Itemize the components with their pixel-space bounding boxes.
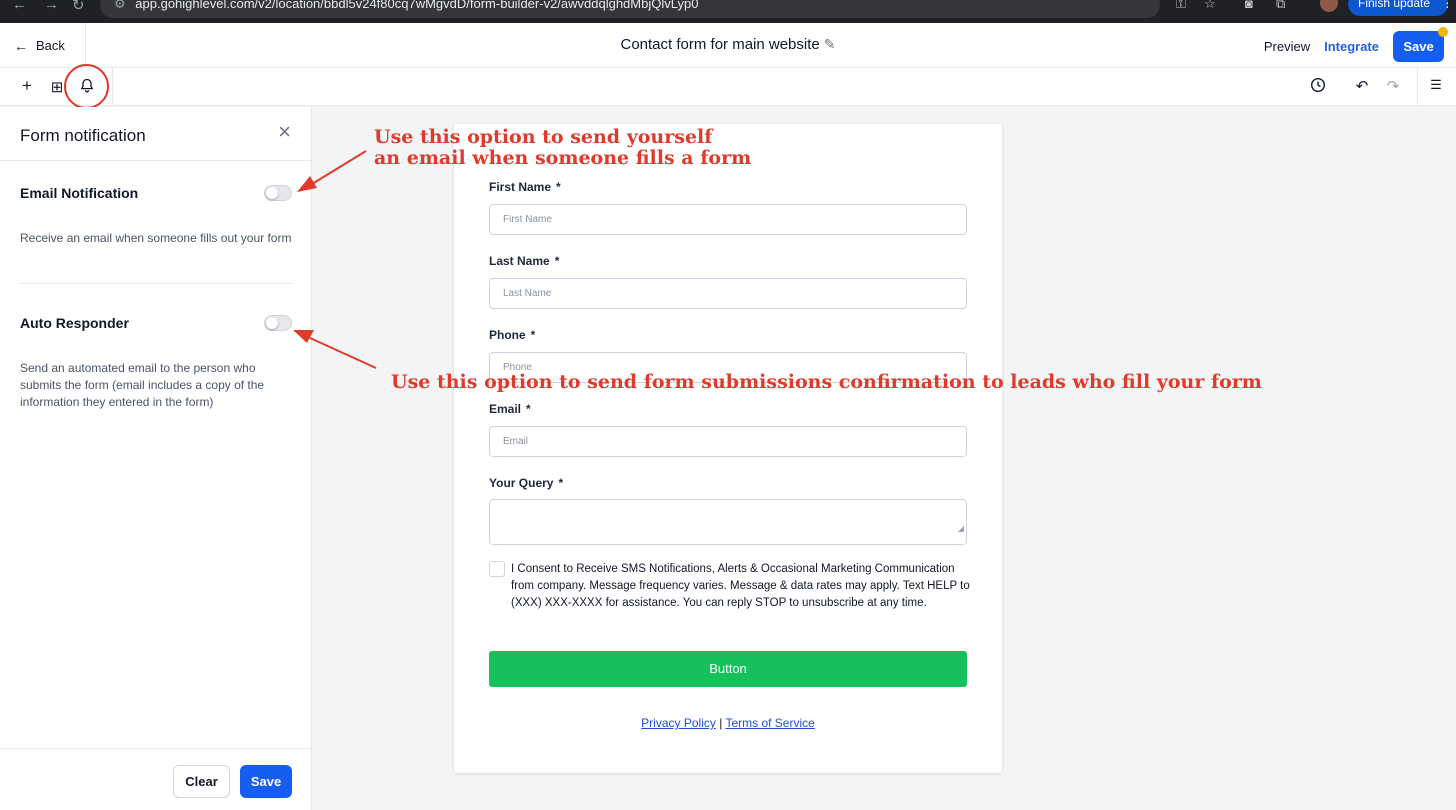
last-name-input[interactable]: Last Name [489,278,967,309]
terms-of-service-link[interactable]: Terms of Service [725,716,814,730]
finish-update-label: Finish update [1358,0,1431,10]
panel-title: Form notification [20,126,146,145]
plus-icon[interactable]: + [18,76,36,96]
browser-back-icon[interactable]: ← [12,0,27,13]
browser-menu-icon[interactable]: ⋮ [1441,0,1453,10]
auto-responder-description-wrap: Send an automated email to the person wh… [20,360,292,411]
form-title: Contact form for main website [620,36,820,53]
consent-text: I Consent to Receive SMS Notifications, … [511,563,970,609]
notification-dot [1438,27,1448,37]
form-preview-card: First Name * First Name Last Name * Last N… [454,124,1002,773]
profile-avatar[interactable] [1320,0,1338,12]
required-mark: * [530,328,536,342]
query-textarea[interactable]: ◢ [489,499,967,545]
label-text: Email [489,402,522,416]
save-label: Save [1403,39,1434,54]
form-notification-panel: Form notification × Email Notification R… [0,107,312,810]
label-text: Phone [489,328,526,342]
clear-button[interactable]: Clear [173,765,230,798]
bell-highlight-circle [64,64,109,109]
consent-checkbox[interactable] [489,561,505,577]
browser-reload-icon[interactable]: ↻ [72,0,85,14]
resize-handle-icon[interactable]: ◢ [958,514,964,543]
email-notification-section: Email Notification [20,185,292,201]
header-actions: Preview Integrate Save [1264,27,1448,62]
key-icon[interactable]: ⚿ [1176,0,1186,12]
toolbar-divider [1417,68,1418,106]
required-mark: * [558,476,564,490]
field-label-email: Email * [489,402,531,416]
auto-responder-title: Auto Responder [20,315,129,331]
close-icon[interactable]: × [278,119,291,145]
required-mark: * [556,180,561,194]
link-separator: | [719,716,723,730]
browser-forward-icon[interactable]: → [44,0,59,13]
header-save-button[interactable]: Save [1393,27,1448,62]
auto-responder-toggle[interactable] [264,315,292,331]
email-notification-title: Email Notification [20,185,139,201]
form-submit-button[interactable]: Button [489,651,967,687]
email-notification-toggle[interactable] [264,185,292,201]
field-label-last-name: Last Name * [489,254,559,268]
first-name-input[interactable]: First Name [489,204,967,235]
panel-footer: Clear Save [0,748,312,810]
email-input[interactable]: Email [489,426,967,457]
auto-responder-description: Send an automated email to the person wh… [20,361,265,409]
required-mark: * [554,254,560,268]
legal-links: Privacy Policy | Terms of Service [454,716,1002,730]
extensions-icon[interactable]: ⧉ [1276,0,1285,12]
builder-header: ← Back Contact form for main website ✎ Pr… [0,23,1456,68]
privacy-policy-link[interactable]: Privacy Policy [641,716,716,730]
annotation-email-line2: an email when someone fills a form [374,147,752,169]
label-text: Your Query [489,476,554,490]
label-text: First Name [489,180,552,194]
address-bar[interactable]: ⚙ app.gohighlevel.com/v2/location/bbdl5v… [100,0,1160,18]
star-icon[interactable]: ☆ [1204,0,1216,12]
camera-icon[interactable]: ◙ [1245,0,1253,11]
field-label-first-name: First Name * [489,180,561,194]
panel-header: Form notification × [0,107,311,161]
label-text: Last Name [489,254,550,268]
history-icon[interactable] [1309,77,1327,97]
pencil-icon[interactable]: ✎ [824,36,836,52]
browser-toolbar: ← → ↻ ⚙ app.gohighlevel.com/v2/location/… [0,0,1456,23]
auto-responder-section: Auto Responder [20,315,292,331]
preview-button[interactable]: Preview [1264,39,1310,54]
integrate-button[interactable]: Integrate [1324,39,1379,54]
required-mark: * [526,402,531,416]
site-settings-icon[interactable]: ⚙ [114,0,126,11]
url-text: app.gohighlevel.com/v2/location/bbdl5v24… [135,0,699,11]
field-label-phone: Phone * [489,328,535,342]
undo-icon[interactable]: ↶ [1353,77,1371,95]
finish-update-button[interactable]: Finish update ⋮ [1348,0,1453,16]
settings-sliders-icon[interactable]: ☰ [1427,77,1445,93]
annotation-email-line1: Use this option to send yourself [374,126,713,148]
section-divider [20,283,292,284]
page-title: Contact form for main website ✎ [0,36,1456,53]
builder-toolbar: + ⊞ ↶ ↷ ☰ [0,68,1456,106]
annotation-auto-responder: Use this option to send form submissions… [391,371,1262,393]
redo-icon[interactable]: ↷ [1384,77,1402,95]
panel-save-button[interactable]: Save [240,765,292,798]
email-notification-description: Receive an email when someone fills out … [20,231,292,245]
field-label-your-query: Your Query * [489,476,563,490]
email-notification-description-wrap: Receive an email when someone fills out … [20,230,292,247]
